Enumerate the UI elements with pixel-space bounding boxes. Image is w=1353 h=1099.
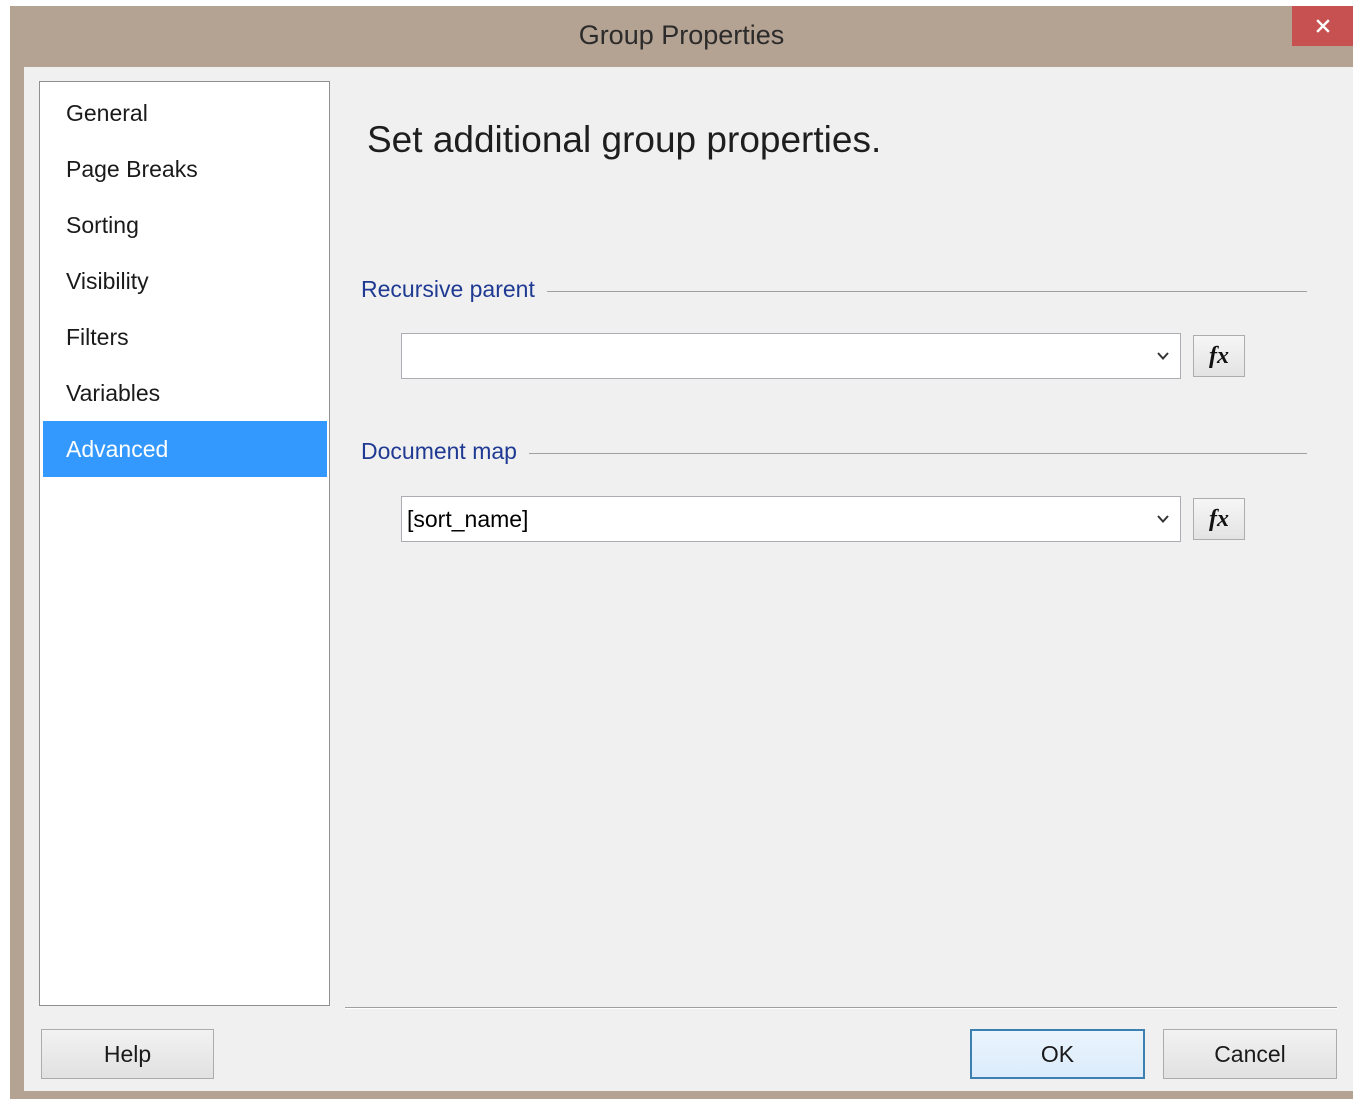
close-button[interactable]: [1292, 6, 1353, 46]
recursive-parent-combobox[interactable]: [401, 333, 1181, 379]
dialog-client-area: General Page Breaks Sorting Visibility F…: [24, 67, 1353, 1091]
recursive-parent-expression-button[interactable]: fx: [1193, 335, 1245, 377]
page-list: General Page Breaks Sorting Visibility F…: [39, 81, 330, 1006]
window-title: Group Properties: [578, 20, 785, 50]
footer-separator: [345, 1007, 1337, 1009]
close-icon: [1315, 19, 1330, 33]
cancel-button[interactable]: Cancel: [1163, 1029, 1337, 1079]
nav-item-visibility[interactable]: Visibility: [43, 253, 327, 309]
document-map-combobox[interactable]: [sort_name]: [401, 496, 1181, 542]
nav-item-general[interactable]: General: [43, 85, 327, 141]
document-map-expression-button[interactable]: fx: [1193, 498, 1245, 540]
help-button[interactable]: Help: [41, 1029, 214, 1079]
chevron-down-icon[interactable]: [1146, 334, 1180, 378]
nav-item-advanced[interactable]: Advanced: [43, 421, 327, 477]
nav-item-sorting[interactable]: Sorting: [43, 197, 327, 253]
fx-icon: fx: [1209, 505, 1229, 532]
recursive-parent-label: Recursive parent: [361, 276, 547, 303]
chevron-down-icon[interactable]: [1146, 497, 1180, 541]
nav-item-variables[interactable]: Variables: [43, 365, 327, 421]
nav-item-page-breaks[interactable]: Page Breaks: [43, 141, 327, 197]
document-map-value: [sort_name]: [407, 506, 529, 532]
page-heading: Set additional group properties.: [367, 119, 882, 160]
title-bar: Group Properties: [10, 6, 1353, 66]
document-map-label: Document map: [361, 438, 529, 465]
ok-button[interactable]: OK: [970, 1029, 1145, 1079]
dialog-window: Group Properties General Page Breaks Sor…: [10, 6, 1353, 1099]
nav-item-filters[interactable]: Filters: [43, 309, 327, 365]
fx-icon: fx: [1209, 342, 1229, 369]
